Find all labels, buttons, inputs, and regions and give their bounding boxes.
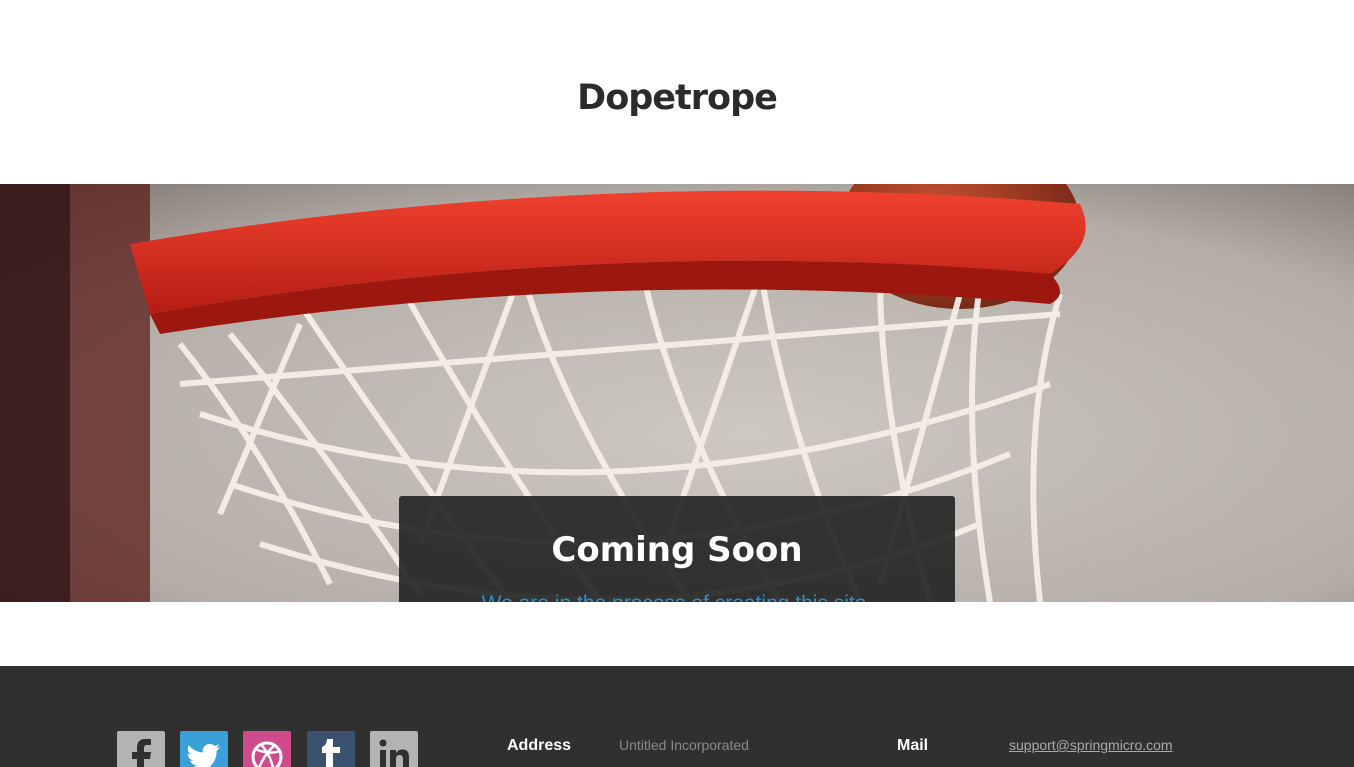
section-spacer [0,602,1354,666]
dribbble-link[interactable] [243,731,291,767]
tumblr-icon [322,739,340,767]
coming-soon-box: Coming Soon We are in the process of cre… [399,496,955,602]
twitter-link[interactable] [180,731,228,767]
address-label: Address [507,737,572,754]
site-footer: Address Untitled Incorporated Mail suppo… [0,666,1354,767]
mail-label: Mail [897,737,929,754]
coming-soon-subtext: We are in the process of creating this s… [399,592,955,602]
tumblr-link[interactable] [307,731,355,767]
site-title[interactable]: Dopetrope [0,78,1354,118]
site-header: Dopetrope [0,0,1354,184]
coming-soon-heading: Coming Soon [551,530,803,570]
dribbble-icon [251,741,283,767]
mail-link[interactable]: support@springmicro.com [1009,737,1173,753]
linkedin-link[interactable] [370,731,418,767]
facebook-link[interactable] [117,731,165,767]
hero-banner: Coming Soon We are in the process of cre… [0,184,1354,602]
linkedin-icon [379,739,409,767]
address-value: Untitled Incorporated [619,737,749,753]
twitter-icon [187,744,220,767]
facebook-icon [132,739,151,767]
